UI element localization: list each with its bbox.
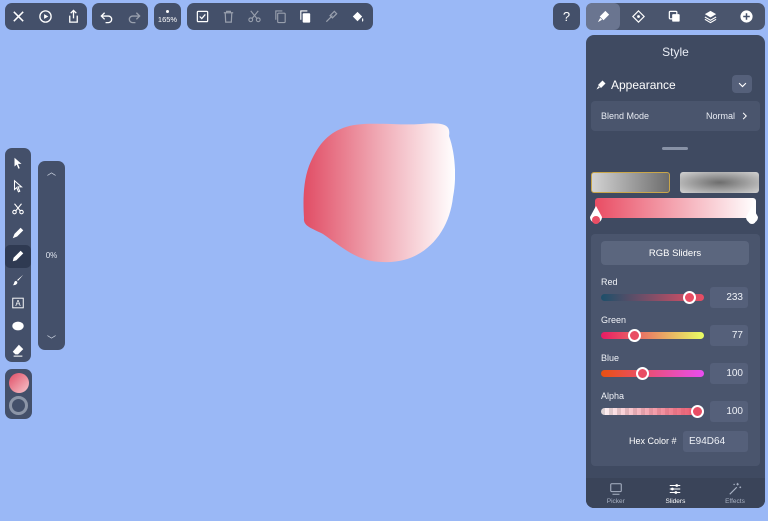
- drag-handle[interactable]: [662, 147, 688, 150]
- tab-arrange-icon[interactable]: [656, 3, 692, 30]
- tab-effects[interactable]: Effects: [705, 478, 765, 508]
- tab-sliders[interactable]: Sliders: [646, 478, 706, 508]
- inspector-tab-bar: [586, 3, 765, 30]
- brush-tool-icon[interactable]: [5, 268, 31, 291]
- pen-tool-icon[interactable]: [5, 221, 31, 244]
- chevron-down-icon[interactable]: ﹀: [47, 333, 56, 346]
- gradient-shape[interactable]: [303, 122, 455, 264]
- fill-color-well[interactable]: [8, 372, 29, 393]
- red-value-field[interactable]: 233: [710, 287, 748, 308]
- blend-mode-value: Normal: [705, 111, 735, 121]
- panel-title: Style: [662, 45, 689, 59]
- close-icon[interactable]: [6, 4, 32, 30]
- green-value-field[interactable]: 77: [710, 325, 748, 346]
- ellipse-tool-icon[interactable]: [5, 315, 31, 338]
- tools-palette: A: [5, 148, 31, 362]
- chevron-right-icon: [742, 112, 747, 120]
- paste-icon[interactable]: [293, 4, 319, 30]
- green-slider-thumb[interactable]: [628, 329, 642, 342]
- alpha-value-field[interactable]: 100: [710, 401, 748, 422]
- linear-gradient-swatch[interactable]: [591, 172, 670, 193]
- text-tool-icon[interactable]: A: [5, 291, 31, 314]
- fill-bucket-icon[interactable]: [344, 4, 370, 30]
- chevron-down-icon: [738, 82, 746, 87]
- trash-icon[interactable]: [216, 4, 242, 30]
- copy-icon[interactable]: [267, 4, 293, 30]
- tab-picker-label: Picker: [606, 497, 625, 505]
- blend-mode-label: Blend Mode: [601, 111, 650, 121]
- bottom-tab-bar: Picker Sliders Effects: [586, 478, 765, 508]
- blue-slider-thumb[interactable]: [636, 367, 650, 380]
- select-all-icon[interactable]: [190, 4, 216, 30]
- scissors-icon[interactable]: [241, 4, 267, 30]
- picker-icon: [610, 482, 622, 495]
- tool-opacity-slider[interactable]: ︿ 0% ﹀: [38, 161, 65, 350]
- question-mark-icon: ?: [562, 9, 571, 24]
- file-toolbar-group: [5, 3, 87, 30]
- scissors-tool-icon[interactable]: [5, 198, 31, 221]
- pencil-tool-icon[interactable]: [5, 244, 31, 268]
- rgb-sliders-button[interactable]: RGB Sliders: [601, 241, 749, 265]
- color-sliders-section: RGB Sliders Red 233 Green 77 Blue 100 Al…: [591, 234, 760, 466]
- slider-label-alpha: Alpha: [601, 391, 625, 401]
- alpha-slider-thumb[interactable]: [691, 405, 704, 418]
- brush-icon: [596, 80, 606, 89]
- history-toolbar-group: [92, 3, 148, 30]
- magic-wand-icon: [729, 482, 742, 495]
- slider-label-red: Red: [601, 277, 618, 287]
- node-tool-icon[interactable]: [5, 174, 31, 197]
- tab-picker[interactable]: Picker: [586, 478, 646, 508]
- zoom-indicator[interactable]: 165%: [154, 3, 181, 30]
- svg-text:A: A: [15, 299, 21, 308]
- share-icon[interactable]: [60, 4, 86, 30]
- color-wells: [5, 369, 32, 419]
- zoom-label: 165%: [157, 14, 178, 24]
- blue-value-field[interactable]: 100: [710, 363, 748, 384]
- slider-label-green: Green: [601, 315, 627, 325]
- appearance-label: Appearance: [611, 77, 676, 92]
- appearance-collapse-button[interactable]: [732, 75, 752, 93]
- red-slider-thumb[interactable]: [683, 291, 697, 304]
- rgb-sliders-label: RGB Sliders: [648, 247, 702, 259]
- tab-style-brush-icon[interactable]: [586, 3, 620, 30]
- eraser-tool-icon[interactable]: [5, 338, 31, 361]
- radial-gradient-swatch[interactable]: [680, 172, 759, 193]
- play-icon[interactable]: [33, 4, 59, 30]
- tab-sliders-label: Sliders: [665, 497, 686, 505]
- tab-layers-icon[interactable]: [692, 3, 728, 30]
- alpha-slider-track[interactable]: [601, 408, 704, 415]
- hex-color-field[interactable]: E94D64: [683, 431, 748, 452]
- redo-icon[interactable]: [121, 4, 147, 30]
- tab-effects-label: Effects: [725, 497, 745, 505]
- eyedropper-icon[interactable]: [319, 4, 345, 30]
- gradient-editor-bar[interactable]: [595, 198, 756, 218]
- gradient-stop-end[interactable]: [745, 206, 759, 227]
- help-button[interactable]: ?: [553, 3, 580, 30]
- hex-color-label: Hex Color #: [629, 436, 677, 446]
- opacity-value: 0%: [45, 251, 58, 260]
- chevron-up-icon[interactable]: ︿: [47, 165, 56, 178]
- sliders-icon: [670, 483, 681, 494]
- green-slider-track[interactable]: [601, 332, 704, 339]
- gradient-stop-start[interactable]: [589, 206, 603, 227]
- appearance-header[interactable]: Appearance: [595, 76, 755, 93]
- tab-add-icon[interactable]: [728, 3, 764, 30]
- slider-label-blue: Blue: [601, 353, 620, 363]
- stroke-color-well[interactable]: [9, 396, 28, 416]
- tab-path-icon[interactable]: [620, 3, 656, 30]
- edit-toolbar-group: [187, 3, 373, 30]
- style-panel: Style Appearance Blend Mode Normal RGB S…: [586, 35, 765, 508]
- selection-tool-icon[interactable]: [5, 151, 31, 174]
- blend-mode-row[interactable]: Blend Mode Normal: [591, 101, 760, 131]
- undo-icon[interactable]: [93, 4, 119, 30]
- blue-slider-track[interactable]: [601, 370, 704, 377]
